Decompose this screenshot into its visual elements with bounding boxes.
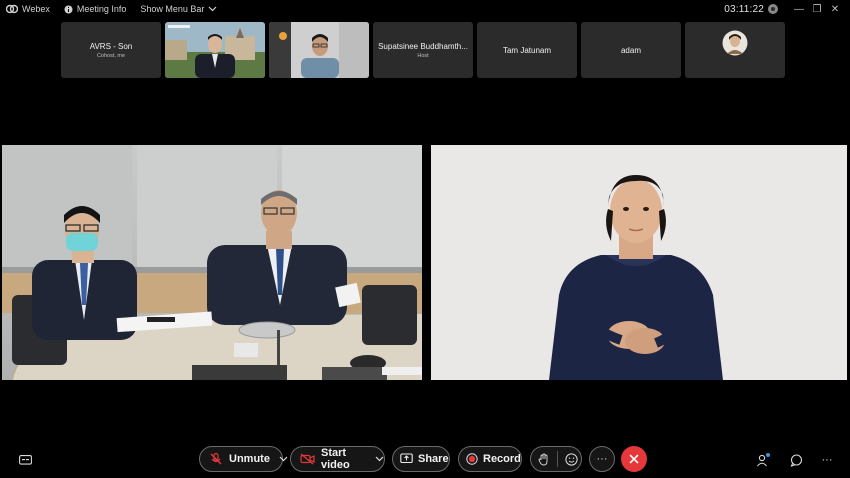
meeting-clock: 03:11:22 bbox=[724, 3, 764, 15]
unmute-label: Unmute bbox=[229, 453, 270, 465]
unmute-button[interactable]: Unmute bbox=[199, 446, 288, 472]
title-bar: Webex Meeting Info Show Menu Bar 03:11:2… bbox=[0, 0, 850, 18]
show-menu-bar-label: Show Menu Bar bbox=[140, 4, 205, 14]
close-icon[interactable]: ✕ bbox=[826, 4, 844, 15]
share-label: Share bbox=[418, 453, 449, 465]
participant-video bbox=[165, 22, 265, 78]
reactions-icon[interactable] bbox=[565, 452, 578, 466]
start-video-label: Start video bbox=[321, 447, 350, 471]
participant-video-tile[interactable] bbox=[165, 22, 265, 78]
sign-language-interpreter-video bbox=[431, 145, 847, 380]
app-name: Webex bbox=[22, 4, 50, 14]
participant-video bbox=[269, 22, 369, 78]
main-video-right bbox=[431, 145, 847, 380]
participant-tile[interactable] bbox=[685, 22, 785, 78]
main-video-left bbox=[2, 145, 422, 380]
chat-icon[interactable] bbox=[788, 452, 804, 468]
participant-strip: AVRS - Son Cohost, me Supatsinee Buddham… bbox=[61, 22, 785, 78]
participant-tile[interactable]: AVRS - Son Cohost, me bbox=[61, 22, 161, 78]
participant-name: adam bbox=[620, 45, 641, 55]
app-title: Webex bbox=[6, 4, 50, 14]
record-icon bbox=[466, 453, 478, 465]
end-call-icon bbox=[629, 454, 639, 464]
participant-tile[interactable]: adam bbox=[581, 22, 681, 78]
participant-name: Supatsinee Buddhamth... bbox=[378, 41, 468, 51]
reactions-group bbox=[530, 446, 582, 472]
participant-tile[interactable]: Tam Jatunam bbox=[477, 22, 577, 78]
raise-hand-icon[interactable] bbox=[538, 453, 550, 466]
meeting-info-button[interactable]: Meeting Info bbox=[64, 4, 127, 14]
chevron-down-icon[interactable] bbox=[375, 456, 384, 462]
show-menu-bar-button[interactable]: Show Menu Bar bbox=[140, 4, 221, 14]
conference-room-video bbox=[2, 145, 422, 380]
participant-role: Cohost, me bbox=[96, 52, 126, 59]
restore-icon[interactable]: ❐ bbox=[808, 4, 826, 15]
record-label: Record bbox=[483, 453, 521, 465]
end-call-button[interactable] bbox=[621, 446, 647, 472]
video-off-icon bbox=[300, 453, 315, 465]
participant-tile[interactable]: Supatsinee Buddhamth... Host bbox=[373, 22, 473, 78]
share-icon bbox=[400, 453, 413, 464]
more-button[interactable]: ··· bbox=[589, 446, 615, 472]
recording-status-icon bbox=[768, 4, 778, 14]
participant-video-tile[interactable] bbox=[269, 22, 369, 78]
minimize-icon[interactable]: — bbox=[790, 4, 808, 15]
participant-name: AVRS - Son bbox=[89, 41, 133, 51]
chevron-down-icon[interactable] bbox=[279, 456, 288, 462]
record-button[interactable]: Record bbox=[458, 446, 522, 472]
mic-muted-icon bbox=[210, 452, 222, 465]
captions-icon[interactable] bbox=[17, 452, 33, 468]
share-button[interactable]: Share bbox=[392, 446, 450, 472]
meeting-toolbar: Unmute Start video Share Record ··· ··· bbox=[0, 444, 850, 474]
participant-role: Host bbox=[417, 52, 429, 59]
info-icon bbox=[64, 5, 73, 13]
overflow-menu-icon[interactable]: ··· bbox=[819, 452, 835, 468]
webex-logo-icon bbox=[6, 4, 18, 14]
avatar bbox=[722, 30, 748, 56]
participant-name: Tam Jatunam bbox=[502, 45, 552, 55]
more-icon: ··· bbox=[596, 453, 608, 465]
overflow-label: ··· bbox=[821, 454, 833, 466]
start-video-button[interactable]: Start video bbox=[290, 446, 385, 472]
chevron-down-icon bbox=[209, 6, 217, 12]
meeting-info-label: Meeting Info bbox=[76, 4, 127, 14]
participants-icon[interactable] bbox=[755, 452, 771, 468]
